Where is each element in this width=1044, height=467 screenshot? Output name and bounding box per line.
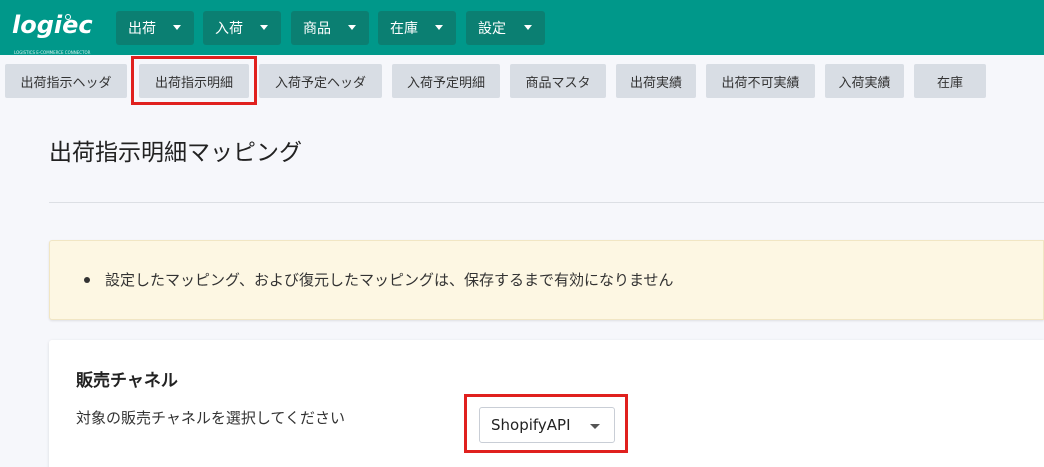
tab-receiving-results[interactable]: 入荷実績 (825, 64, 904, 98)
nav-menu-label: 設定 (478, 21, 506, 37)
bullet-icon (84, 277, 90, 283)
sales-channel-title: 販売チャネル (76, 371, 178, 391)
brand-tagline: LOGISTICS E-COMMERCE CONNECTOR (14, 50, 91, 55)
tab-shipping-failed-results[interactable]: 出荷不可実績 (706, 64, 815, 98)
tab-shipping-results[interactable]: 出荷実績 (616, 64, 696, 98)
chevron-down-icon (524, 25, 532, 30)
nav-menu-label: 入荷 (215, 21, 243, 37)
nav-menu-shipping[interactable]: 出荷 (116, 11, 194, 45)
tab-receiving-header[interactable]: 入荷予定ヘッダ (259, 64, 382, 98)
nav-menu-label: 商品 (303, 21, 331, 37)
select-highlight (464, 394, 628, 453)
tab-inventory[interactable]: 在庫 (914, 64, 986, 98)
nav-menu-settings[interactable]: 設定 (466, 11, 545, 45)
title-divider (49, 202, 1044, 203)
chevron-down-icon (260, 25, 268, 30)
selected-tab-highlight (131, 56, 257, 105)
sales-channel-label: 対象の販売チャネルを選択してください (76, 409, 345, 427)
tab-product-master[interactable]: 商品マスタ (510, 64, 606, 98)
nav-menu-receiving[interactable]: 入荷 (203, 11, 281, 45)
tab-receiving-detail[interactable]: 入荷予定明細 (392, 64, 500, 98)
chevron-down-icon (435, 25, 443, 30)
notice-text: 設定したマッピング、および復元したマッピングは、保存するまで有効になりません (105, 271, 674, 289)
notice-banner: 設定したマッピング、および復元したマッピングは、保存するまで有効になりません (49, 240, 1044, 320)
chevron-down-icon (348, 25, 356, 30)
tab-shipping-header[interactable]: 出荷指示ヘッダ (5, 64, 127, 98)
nav-menu-label: 出荷 (128, 21, 156, 37)
nav-menu-inventory[interactable]: 在庫 (378, 11, 456, 45)
nav-menu-label: 在庫 (390, 21, 418, 37)
page-title: 出荷指示明細マッピング (49, 140, 302, 166)
nav-menu-products[interactable]: 商品 (291, 11, 369, 45)
top-navbar: logiec LOGISTICS E-COMMERCE CONNECTOR 出荷… (0, 0, 1044, 55)
chevron-down-icon (173, 25, 181, 30)
brand-name: logiec (12, 11, 93, 39)
logo[interactable]: logiec LOGISTICS E-COMMERCE CONNECTOR (12, 11, 98, 55)
logo-mark-icon (65, 14, 71, 20)
